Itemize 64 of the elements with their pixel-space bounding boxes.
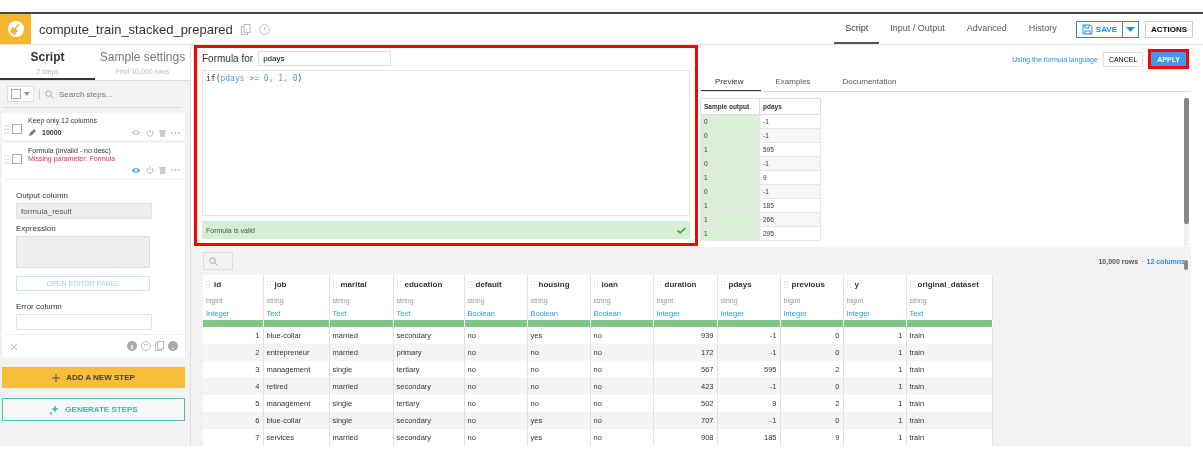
recipe-title: compute_train_stacked_prepared bbox=[39, 21, 233, 37]
nav-tab[interactable]: History bbox=[1017, 14, 1068, 44]
nav-tab[interactable]: Script bbox=[834, 14, 880, 44]
drag-handle-icon bbox=[530, 281, 535, 288]
eye-icon[interactable] bbox=[131, 129, 141, 136]
output-column-field[interactable]: formula_result bbox=[16, 203, 152, 219]
trash-icon[interactable] bbox=[159, 166, 166, 174]
nav-tab[interactable]: Advanced bbox=[955, 14, 1018, 44]
clock-icon[interactable] bbox=[258, 23, 270, 35]
save-menu-button[interactable] bbox=[1122, 21, 1138, 37]
drag-handle-icon bbox=[206, 281, 210, 288]
preview-tab[interactable]: Documentation bbox=[828, 73, 915, 91]
caret-icon bbox=[1126, 26, 1135, 32]
drag-handle-icon bbox=[266, 281, 271, 288]
scrollbar[interactable] bbox=[1184, 98, 1189, 246]
field-label: Output column bbox=[16, 191, 70, 200]
step-checkbox[interactable] bbox=[12, 124, 22, 134]
drag-handle-icon bbox=[909, 281, 914, 288]
field-label: Error column bbox=[16, 302, 63, 311]
preview-tab[interactable]: Preview bbox=[701, 73, 762, 91]
plus-icon bbox=[52, 373, 61, 382]
pencil-icon bbox=[28, 128, 37, 137]
drag-handle-icon[interactable] bbox=[4, 155, 9, 164]
app-logo[interactable] bbox=[0, 14, 31, 44]
search-icon bbox=[209, 256, 218, 266]
step-checkbox[interactable] bbox=[12, 154, 22, 164]
search-icon bbox=[45, 89, 54, 99]
more-icon[interactable] bbox=[171, 131, 180, 134]
add-step-button[interactable]: ADD A NEW STEP bbox=[2, 367, 185, 388]
field-label: Expression bbox=[16, 224, 57, 233]
formula-label: Formula for bbox=[202, 53, 254, 64]
drag-handle-icon bbox=[846, 281, 851, 288]
copy-icon[interactable] bbox=[155, 341, 164, 351]
drag-handle-icon bbox=[396, 281, 401, 288]
help-icon[interactable] bbox=[168, 341, 178, 351]
code-editor[interactable]: if(pdays >= 0, 1, 0) bbox=[202, 70, 690, 216]
broom-icon bbox=[6, 20, 25, 38]
search-field[interactable] bbox=[203, 252, 233, 270]
check-icon bbox=[677, 226, 686, 234]
column-field[interactable]: pdays bbox=[258, 51, 392, 66]
actions-button[interactable]: ACTIONS bbox=[1145, 20, 1193, 38]
select-all-dropdown[interactable] bbox=[7, 86, 34, 102]
scrollbar[interactable] bbox=[1184, 260, 1188, 270]
info-icon[interactable] bbox=[127, 341, 137, 351]
trash-icon[interactable] bbox=[159, 128, 166, 137]
power-icon[interactable] bbox=[146, 166, 154, 174]
eye-icon[interactable] bbox=[131, 166, 141, 174]
caret-icon bbox=[24, 92, 30, 96]
drag-handle-icon[interactable] bbox=[4, 125, 9, 134]
floppy-icon bbox=[1081, 23, 1093, 35]
search-field[interactable]: Search steps... bbox=[57, 88, 161, 100]
copy-icon[interactable] bbox=[240, 23, 251, 35]
nav-tab[interactable]: Input / Output bbox=[879, 14, 956, 44]
drag-handle-icon bbox=[467, 281, 472, 288]
preview-tab[interactable]: Examples bbox=[761, 73, 829, 91]
sparkle-icon bbox=[49, 404, 60, 415]
error-column-field[interactable] bbox=[16, 314, 152, 330]
drag-handle-icon bbox=[332, 281, 337, 288]
drag-handle-icon bbox=[783, 281, 788, 288]
drag-handle-icon bbox=[656, 281, 661, 288]
expression-field[interactable] bbox=[16, 236, 150, 268]
drag-handle-icon bbox=[720, 281, 725, 288]
power-icon[interactable] bbox=[146, 128, 154, 137]
drag-handle-icon bbox=[593, 281, 598, 288]
